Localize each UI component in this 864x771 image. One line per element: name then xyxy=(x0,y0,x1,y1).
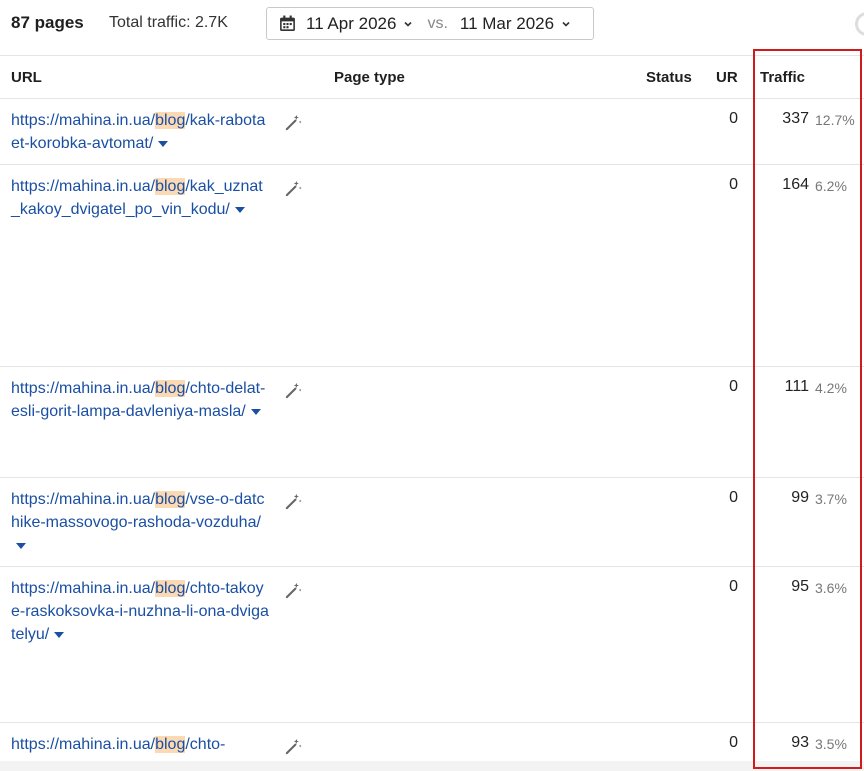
row-traffic: 164 xyxy=(782,176,809,193)
row-traffic-share: 6.2% xyxy=(815,178,847,194)
date-compare-picker[interactable]: 11 Apr 2026 vs. 11 Mar 2026 xyxy=(266,7,594,40)
row-traffic: 95 xyxy=(791,578,809,595)
row-ur: 0 xyxy=(729,110,738,127)
total-traffic: Total traffic: 2.7K xyxy=(109,14,228,31)
chevron-down-icon xyxy=(562,21,570,27)
date-from: 11 Apr 2026 xyxy=(306,13,397,33)
row-traffic-share: 4.2% xyxy=(815,380,847,396)
row-traffic-share: 12.7% xyxy=(815,112,855,128)
row-ur: 0 xyxy=(729,489,738,506)
row-ur: 0 xyxy=(729,378,738,395)
row-traffic-share: 3.6% xyxy=(815,580,847,596)
calendar-icon xyxy=(280,15,295,31)
table-row: https://mahina.in.ua/blog/chto- 0 93 3.5… xyxy=(0,723,864,761)
magic-wand-icon[interactable] xyxy=(284,581,303,600)
table-header: URL Page type Status UR Traffic xyxy=(0,55,864,99)
chevron-down-icon xyxy=(404,21,413,27)
row-traffic: 337 xyxy=(782,110,809,127)
caret-down-icon[interactable] xyxy=(54,631,65,638)
row-ur: 0 xyxy=(729,176,738,193)
caret-down-icon[interactable] xyxy=(16,542,26,549)
row-url-link[interactable]: https://mahina.in.ua/blog/chto-takoye-ra… xyxy=(11,577,269,646)
vs-label: vs. xyxy=(427,14,448,32)
table-row: https://mahina.in.ua/blog/kak-rabotaet-k… xyxy=(0,99,864,165)
magic-wand-icon[interactable] xyxy=(284,737,303,756)
column-ur[interactable]: UR xyxy=(716,69,738,86)
magic-wand-icon[interactable] xyxy=(284,113,303,132)
magic-wand-icon[interactable] xyxy=(284,381,303,400)
pages-count: 87 pages xyxy=(11,13,84,32)
row-traffic: 93 xyxy=(791,734,809,751)
report-header: 87 pages Total traffic: 2.7K 11 Apr 2026… xyxy=(0,0,864,52)
date-to: 11 Mar 2026 xyxy=(459,13,555,33)
column-page-type[interactable]: Page type xyxy=(334,69,405,86)
row-url-link[interactable]: https://mahina.in.ua/blog/chto- xyxy=(11,733,269,756)
row-traffic-share: 3.5% xyxy=(815,736,847,752)
row-traffic: 111 xyxy=(784,378,809,395)
horizontal-scrollbar[interactable] xyxy=(0,761,864,771)
row-traffic: 99 xyxy=(791,489,809,506)
row-traffic-share: 3.7% xyxy=(815,491,847,507)
loading-spinner-icon xyxy=(855,12,864,36)
magic-wand-icon[interactable] xyxy=(284,179,303,198)
table-row: https://mahina.in.ua/blog/kak_uznat_kako… xyxy=(0,165,864,367)
row-ur: 0 xyxy=(729,734,738,751)
row-url-link[interactable]: https://mahina.in.ua/blog/vse-o-datchike… xyxy=(11,488,269,557)
table-row: https://mahina.in.ua/blog/vse-o-datchike… xyxy=(0,478,864,567)
row-url-link[interactable]: https://mahina.in.ua/blog/chto-delat-esl… xyxy=(11,377,269,423)
row-url-link[interactable]: https://mahina.in.ua/blog/kak-rabotaet-k… xyxy=(11,109,269,155)
table-row: https://mahina.in.ua/blog/chto-delat-esl… xyxy=(0,367,864,478)
column-status[interactable]: Status xyxy=(646,69,692,86)
caret-down-icon[interactable] xyxy=(234,206,245,213)
table-row: https://mahina.in.ua/blog/chto-takoye-ra… xyxy=(0,567,864,723)
row-url-link[interactable]: https://mahina.in.ua/blog/kak_uznat_kako… xyxy=(11,175,269,221)
column-url[interactable]: URL xyxy=(11,69,42,86)
row-ur: 0 xyxy=(729,578,738,595)
caret-down-icon[interactable] xyxy=(158,140,169,147)
column-traffic[interactable]: Traffic xyxy=(760,69,805,86)
magic-wand-icon[interactable] xyxy=(284,492,303,511)
caret-down-icon[interactable] xyxy=(250,408,261,415)
